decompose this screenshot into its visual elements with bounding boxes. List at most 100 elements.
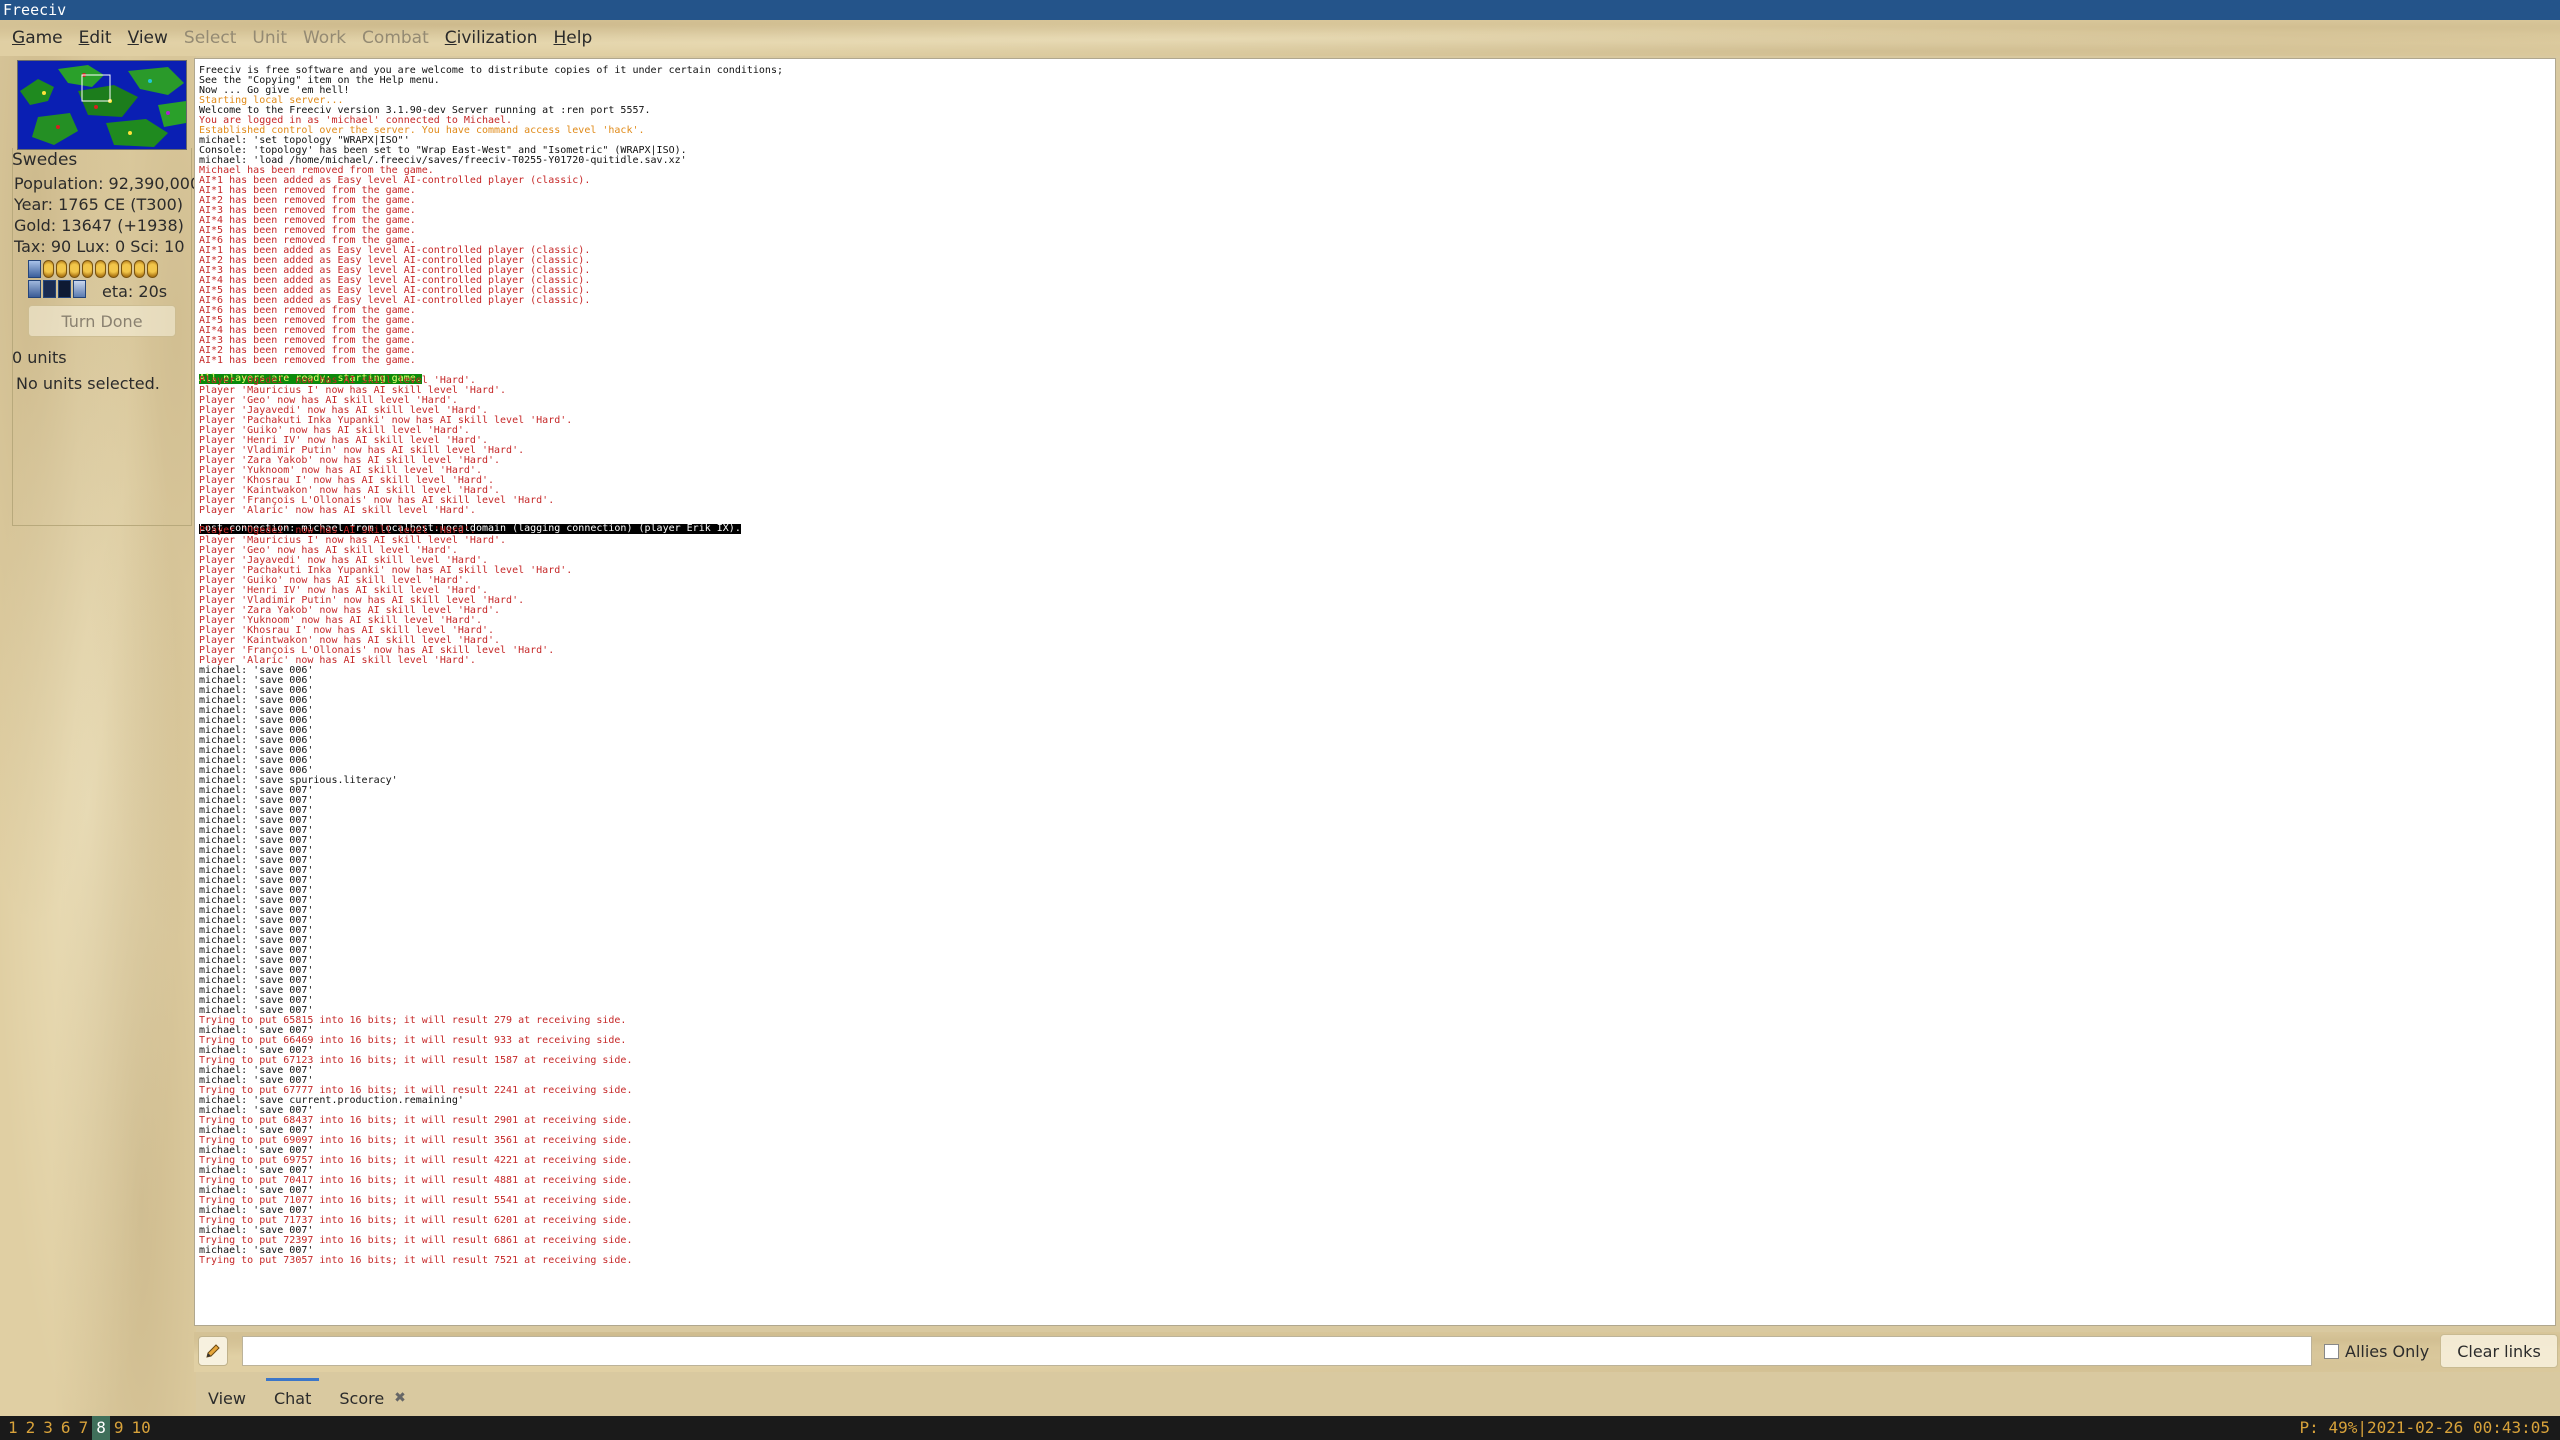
chat-line-row: michael: 'save 007'	[199, 886, 2551, 896]
workspace-1[interactable]: 1	[4, 1416, 22, 1440]
chat-line: michael: 'save 007'	[199, 985, 314, 996]
chat-line-row: Trying to put 73057 into 16 bits; it wil…	[199, 1256, 2551, 1266]
menu-view[interactable]: View	[120, 28, 176, 48]
chat-line: michael: 'save 007'	[199, 835, 314, 846]
gold-coin-icon[interactable]	[134, 260, 145, 278]
workspace-9[interactable]: 9	[110, 1416, 128, 1440]
chat-line-row: Trying to put 68437 into 16 bits; it wil…	[199, 1116, 2551, 1126]
chat-log[interactable]: Freeciv is free software and you are wel…	[194, 58, 2556, 1326]
chat-line-row: Freeciv is free software and you are wel…	[199, 66, 2551, 76]
chat-line: michael: 'save 006'	[199, 715, 314, 726]
chat-line-row: Player 'Guiko' now has AI skill level 'H…	[199, 576, 2551, 586]
chat-line-row: michael: 'save 007'	[199, 786, 2551, 796]
tab-chat[interactable]: Chat	[260, 1378, 325, 1418]
gold-coin-icon[interactable]	[56, 260, 67, 278]
tax-rates-icons[interactable]	[28, 260, 158, 278]
allies-only-checkbox-box[interactable]	[2324, 1344, 2339, 1359]
menu-unit[interactable]: Unit	[244, 28, 295, 48]
chat-line-row: Trying to put 65815 into 16 bits; it wil…	[199, 1016, 2551, 1026]
chat-line: Trying to put 70417 into 16 bits; it wil…	[199, 1175, 633, 1186]
chat-line: Player 'Alaric' now has AI skill level '…	[199, 655, 476, 666]
chat-line-row: Player 'Henri IV' now has AI skill level…	[199, 436, 2551, 446]
chat-line-row: AI*3 has been removed from the game.	[199, 336, 2551, 346]
menu-help[interactable]: Help	[546, 28, 601, 48]
chat-line-row: Trying to put 71077 into 16 bits; it wil…	[199, 1196, 2551, 1206]
chat-line-row: michael: 'save 006'	[199, 726, 2551, 736]
chat-line: Player 'Khosrau I' now has AI skill leve…	[199, 475, 495, 486]
chat-line: michael: 'save 006'	[199, 685, 314, 696]
chat-line: AI*6 has been added as Easy level AI-con…	[199, 295, 591, 306]
workspace-8[interactable]: 8	[92, 1416, 110, 1440]
gold-coin-icon[interactable]	[95, 260, 106, 278]
chat-line: Trying to put 68437 into 16 bits; it wil…	[199, 1115, 633, 1126]
chat-line-row: michael: 'save 007'	[199, 976, 2551, 986]
menu-edit[interactable]: Edit	[71, 28, 120, 48]
chat-line-row: AI*3 has been removed from the game.	[199, 206, 2551, 216]
gold-coin-icon[interactable]	[108, 260, 119, 278]
tab-view[interactable]: View	[194, 1378, 260, 1418]
chat-line: Trying to put 65815 into 16 bits; it wil…	[199, 1015, 627, 1026]
gold-coin-icon[interactable]	[82, 260, 93, 278]
workspace-3[interactable]: 3	[39, 1416, 57, 1440]
chat-line: Established control over the server. You…	[199, 125, 645, 136]
chat-line: michael: 'save 006'	[199, 675, 314, 686]
chat-line-row: michael: 'save 007'	[199, 846, 2551, 856]
close-tab-icon[interactable]: ✖	[394, 1390, 406, 1406]
workspace-7[interactable]: 7	[75, 1416, 93, 1440]
gold-coin-icon[interactable]	[43, 260, 54, 278]
chat-line-row: michael: 'load /home/michael/.freeciv/sa…	[199, 156, 2551, 166]
workspace-6[interactable]: 6	[57, 1416, 75, 1440]
turn-done-button[interactable]: Turn Done	[28, 305, 176, 337]
menu-game[interactable]: Game	[4, 28, 71, 48]
chat-line-row: michael: 'save 007'	[199, 866, 2551, 876]
chat-line-row: Player 'Zara Yakob' now has AI skill lev…	[199, 456, 2551, 466]
chat-input[interactable]	[242, 1336, 2312, 1366]
tab-score[interactable]: Score ✖	[325, 1378, 420, 1418]
chat-line-row: Trying to put 71737 into 16 bits; it wil…	[199, 1216, 2551, 1226]
chat-line: michael: 'save 007'	[199, 785, 314, 796]
chat-line-row: michael: 'save 006'	[199, 686, 2551, 696]
menu-select[interactable]: Select	[176, 28, 244, 48]
chat-line: Player 'Khosrau I' now has AI skill leve…	[199, 625, 495, 636]
science-bulb-icon[interactable]	[28, 260, 41, 278]
chat-line-row: Trying to put 67777 into 16 bits; it wil…	[199, 1086, 2551, 1096]
chat-line-row: Player 'Pachakuti Inka Yupanki' now has …	[199, 416, 2551, 426]
chat-line-row: AI*1 has been removed from the game.	[199, 186, 2551, 196]
workspace-2[interactable]: 2	[22, 1416, 40, 1440]
chat-line-row: Player 'Pachakuti Inka Yupanki' now has …	[199, 566, 2551, 576]
menu-bar: Game Edit View Select Unit Work Combat Civiliza…	[0, 20, 2560, 56]
clear-links-button[interactable]: Clear links	[2440, 1334, 2558, 1368]
tab-label[interactable]: Score	[339, 1389, 384, 1408]
menu-civilization[interactable]: Civilization	[437, 28, 546, 48]
menu-combat[interactable]: Combat	[354, 28, 437, 48]
chat-line: Trying to put 67123 into 16 bits; it wil…	[199, 1055, 633, 1066]
allies-only-checkbox[interactable]: Allies Only	[2324, 1342, 2429, 1361]
chat-line-row: michael: 'save 006'	[199, 746, 2551, 756]
chat-line: michael: 'save 007'	[199, 945, 314, 956]
tab-label[interactable]: Chat	[274, 1389, 311, 1408]
minimap[interactable]	[17, 60, 187, 150]
edit-pencil-icon[interactable]	[198, 1336, 228, 1366]
tab-label[interactable]: View	[208, 1389, 246, 1408]
chat-input-row: Allies Only Clear links	[194, 1332, 2560, 1372]
chat-line: AI*1 has been removed from the game.	[199, 185, 416, 196]
chat-line: Player 'Zara Yakob' now has AI skill lev…	[199, 605, 501, 616]
chat-line-row: Now ... Go give 'em hell!	[199, 86, 2551, 96]
chat-line-row: AI*1 has been added as Easy level AI-con…	[199, 176, 2551, 186]
chat-line-row: Player 'Khosrau I' now has AI skill leve…	[199, 626, 2551, 636]
gold-coin-icon[interactable]	[147, 260, 158, 278]
workspace-10[interactable]: 10	[127, 1416, 154, 1440]
gold-coin-icon[interactable]	[69, 260, 80, 278]
chat-line: michael: 'save 007'	[199, 815, 314, 826]
allies-only-label[interactable]: Allies Only	[2345, 1342, 2429, 1361]
chat-line: Player 'Henri IV' now has AI skill level…	[199, 435, 488, 446]
chat-line: michael: 'save 007'	[199, 875, 314, 886]
menu-work[interactable]: Work	[295, 28, 354, 48]
minimap-canvas[interactable]	[18, 61, 187, 150]
chat-line-row: AI*5 has been removed from the game.	[199, 226, 2551, 236]
chat-line: michael: 'save 007'	[199, 995, 314, 1006]
turn-eta-label: eta: 20s	[102, 282, 168, 301]
gold-coin-icon[interactable]	[121, 260, 132, 278]
chat-line-row: michael: 'save spurious.literacy'	[199, 776, 2551, 786]
chat-line: Player 'Vladimir Putin' now has AI skill…	[199, 595, 525, 606]
